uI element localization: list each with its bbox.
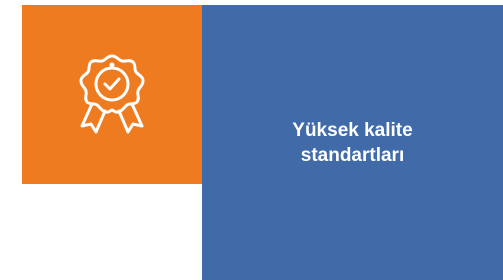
feature-title-line-2: standartları	[300, 145, 405, 166]
feature-icon-tile	[22, 5, 202, 184]
feature-title-line-1: Yüksek kalite	[292, 120, 413, 141]
feature-title: Yüksek kalite standartları	[202, 118, 503, 168]
feature-panel: Yüksek kalite standartları	[202, 5, 503, 280]
award-badge-check-icon	[79, 54, 145, 133]
